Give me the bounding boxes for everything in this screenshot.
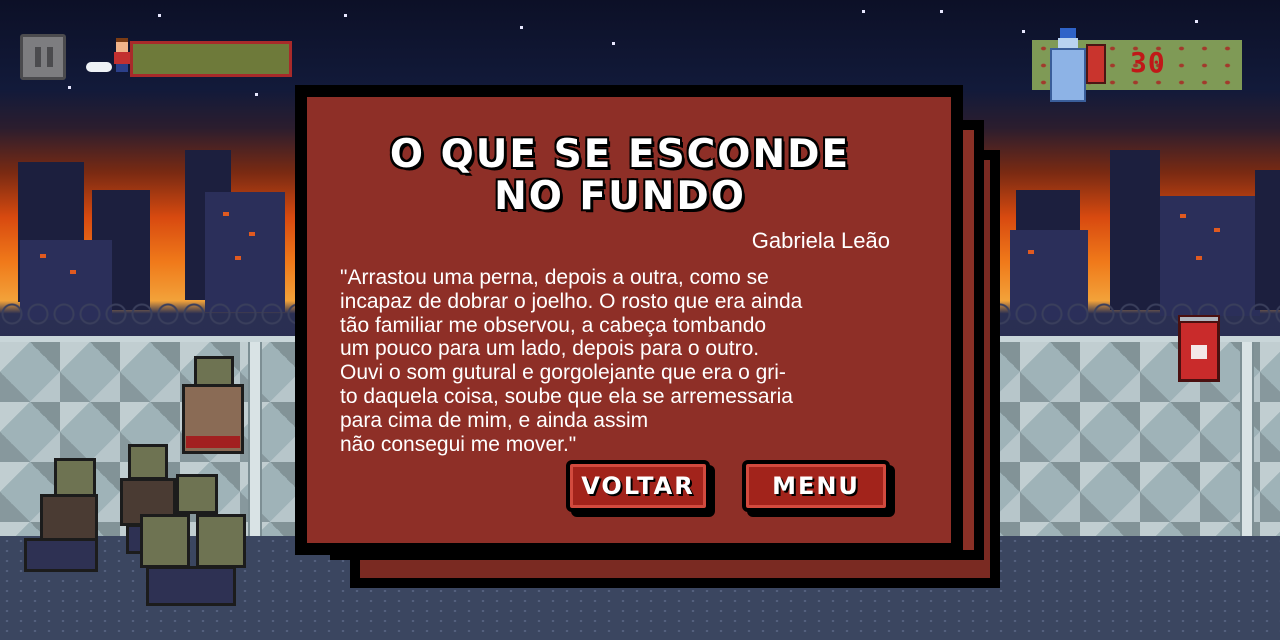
star (940, 10, 943, 13)
dialog-title: O QUE SE ESCONDE NO FUNDO (389, 132, 851, 219)
pause-button[interactable] (20, 34, 66, 80)
health-bar (130, 41, 292, 77)
game-scene: 30 O QUE SE ESCONDE NO FUNDO Gabriela Le… (0, 0, 1280, 640)
zombie (14, 432, 114, 592)
cloud-icon (86, 62, 112, 72)
star (158, 14, 161, 17)
can-ammo-icon (1086, 44, 1106, 84)
water-bottle-icon (1048, 28, 1088, 102)
star (68, 86, 71, 89)
star (1195, 20, 1198, 23)
dialog-quote: "Arrastou uma perna, depois a outra, com… (340, 266, 803, 456)
star (344, 14, 347, 17)
building (1110, 150, 1160, 310)
zombie (178, 356, 248, 466)
star (1022, 30, 1025, 33)
back-button[interactable]: VOLTAR (566, 460, 710, 512)
player-avatar-icon (112, 38, 132, 72)
star (520, 26, 523, 29)
star (255, 93, 258, 96)
soda-can-icon[interactable] (1178, 315, 1220, 382)
dialog-author: Gabriela Leão (751, 228, 890, 253)
menu-button[interactable]: MENU (742, 460, 890, 512)
zombie (136, 474, 246, 614)
star (862, 10, 865, 13)
building (1255, 170, 1280, 310)
star (612, 42, 615, 45)
ammo-count: 30 (1130, 46, 1166, 79)
building (205, 192, 285, 312)
